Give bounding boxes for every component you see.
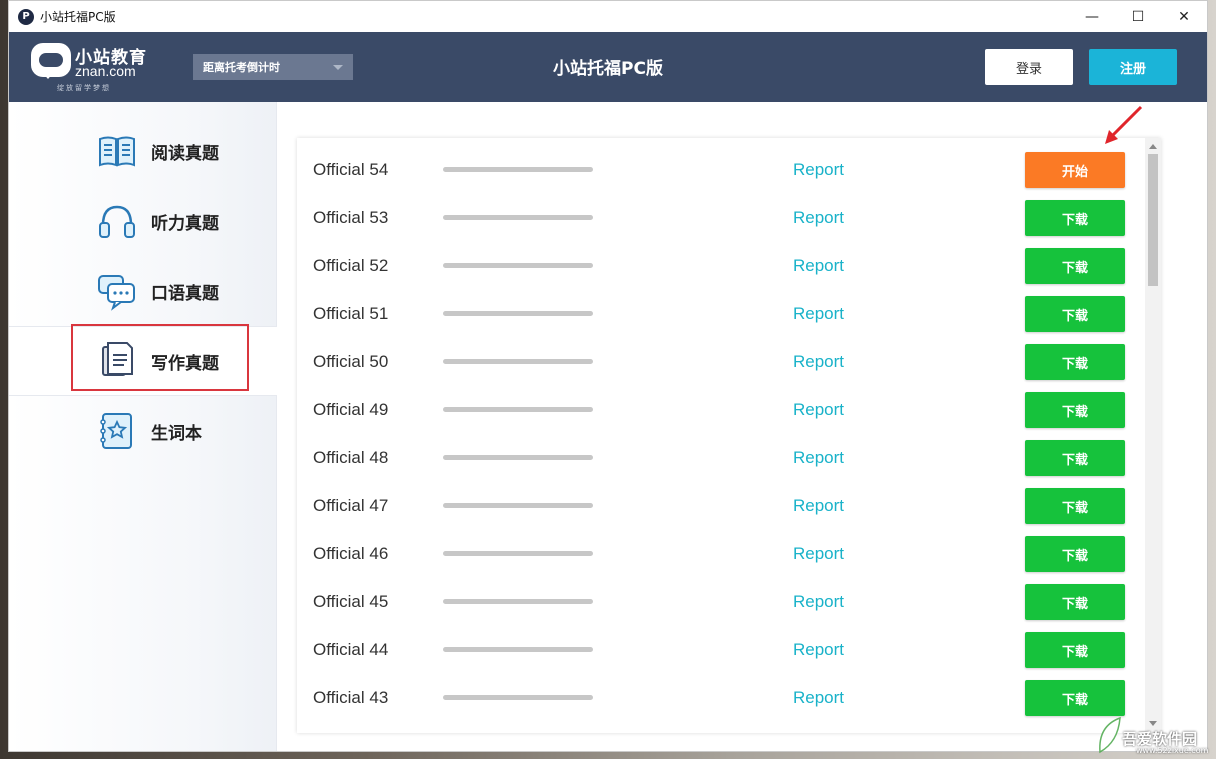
table-row: Official 47 Report 下载 [297,482,1145,530]
progress-bar [443,263,593,268]
progress-bar [443,455,593,460]
download-button[interactable]: 下载 [1025,344,1125,380]
progress-bar [443,215,593,220]
main-content: 阅读真题 听力真题 口语真题 写作真题 生词本 Official 54 Repo… [9,102,1207,751]
window-controls: — ☐ ✕ [1069,1,1207,32]
site-watermark: 吾爱软件园 www.52zixue.com [1096,706,1212,756]
download-button[interactable]: 下载 [1025,248,1125,284]
leaf-logo-icon [1099,716,1121,754]
report-link[interactable]: Report [793,688,844,708]
annotation-highlight-box [71,324,249,391]
register-button[interactable]: 注册 [1089,49,1177,85]
report-link[interactable]: Report [793,352,844,372]
progress-bar [443,503,593,508]
sidebar-item-label: 听力真题 [151,213,219,234]
table-row: Official 54 Report 开始 [297,146,1145,194]
table-row: Official 49 Report 下载 [297,386,1145,434]
chat-bubbles-icon [98,275,135,311]
table-row: Official 46 Report 下载 [297,530,1145,578]
report-link[interactable]: Report [793,256,844,276]
login-button[interactable]: 登录 [985,49,1073,85]
table-row: Official 44 Report 下载 [297,626,1145,674]
exam-name: Official 54 [313,160,389,179]
progress-bar [443,359,593,364]
progress-bar [443,167,593,172]
sidebar-item-speaking[interactable]: 口语真题 [9,256,277,326]
table-row: Official 52 Report 下载 [297,242,1145,290]
scrollbar[interactable] [1145,138,1161,733]
download-button[interactable]: 下载 [1025,392,1125,428]
watermark-site-url: www.52zixue.com [1136,746,1209,755]
window-title: 小站托福PC版 [40,10,116,24]
app-window: P 小站托福PC版 — ☐ ✕ 小站教育 znan.com 绽放留学梦想 距离托… [8,0,1208,752]
exam-name: Official 52 [313,256,389,275]
download-button[interactable]: 下载 [1025,200,1125,236]
report-link[interactable]: Report [793,496,844,516]
table-row: Official 50 Report 下载 [297,338,1145,386]
report-link[interactable]: Report [793,640,844,660]
exam-name: Official 46 [313,544,389,563]
scroll-up-icon[interactable] [1149,144,1157,149]
app-header: 小站教育 znan.com 绽放留学梦想 距离托考倒计时 小站托福PC版 登录 … [9,32,1207,102]
report-link[interactable]: Report [793,208,844,228]
report-link[interactable]: Report [793,544,844,564]
app-logo-icon: P [18,8,34,25]
progress-bar [443,695,593,700]
download-button[interactable]: 下载 [1025,632,1125,668]
sidebar: 阅读真题 听力真题 口语真题 写作真题 生词本 [9,102,277,751]
start-button[interactable]: 开始 [1025,152,1125,188]
maximize-button[interactable]: ☐ [1115,1,1161,32]
sidebar-item-label: 生词本 [151,423,202,444]
exam-name: Official 51 [313,304,389,323]
exam-name: Official 47 [313,496,389,515]
table-row: Official 43 Report 下载 [297,674,1145,722]
minimize-button[interactable]: — [1069,1,1115,32]
progress-bar [443,551,593,556]
exam-list-panel: Official 54 Report 开始 Official 53 Report 下载 Of… [297,138,1161,733]
exam-name: Official 49 [313,400,389,419]
table-row: Official 48 Report 下载 [297,434,1145,482]
table-row: Official 51 Report 下载 [297,290,1145,338]
headphones-icon [99,205,135,238]
report-link[interactable]: Report [793,592,844,612]
progress-bar [443,647,593,652]
annotation-arrow-icon [1105,105,1143,144]
title-bar: P 小站托福PC版 — ☐ ✕ [9,1,1207,32]
progress-bar [443,407,593,412]
logo-slogan: 绽放留学梦想 [57,84,111,92]
download-button[interactable]: 下载 [1025,296,1125,332]
progress-bar [443,311,593,316]
exam-name: Official 43 [313,688,389,707]
report-link[interactable]: Report [793,160,844,180]
report-link[interactable]: Report [793,304,844,324]
download-button[interactable]: 下载 [1025,488,1125,524]
report-link[interactable]: Report [793,448,844,468]
report-link[interactable]: Report [793,400,844,420]
table-row: Official 53 Report 下载 [297,194,1145,242]
sidebar-item-label: 口语真题 [151,283,219,304]
sidebar-item-label: 阅读真题 [151,143,219,164]
sidebar-item-vocabulary[interactable]: 生词本 [9,396,277,466]
download-button[interactable]: 下载 [1025,536,1125,572]
download-button[interactable]: 下载 [1025,584,1125,620]
download-button[interactable]: 下载 [1025,440,1125,476]
close-button[interactable]: ✕ [1161,1,1207,32]
exam-name: Official 50 [313,352,389,371]
exam-name: Official 48 [313,448,389,467]
table-row: Official 45 Report 下载 [297,578,1145,626]
book-icon [99,136,135,167]
scrollbar-thumb[interactable] [1148,154,1158,286]
exam-name: Official 45 [313,592,389,611]
exam-name: Official 44 [313,640,389,659]
exam-name: Official 53 [313,208,389,227]
sidebar-item-reading[interactable]: 阅读真题 [9,116,277,186]
sidebar-item-listening[interactable]: 听力真题 [9,186,277,256]
notebook-star-icon [100,413,132,449]
progress-bar [443,599,593,604]
